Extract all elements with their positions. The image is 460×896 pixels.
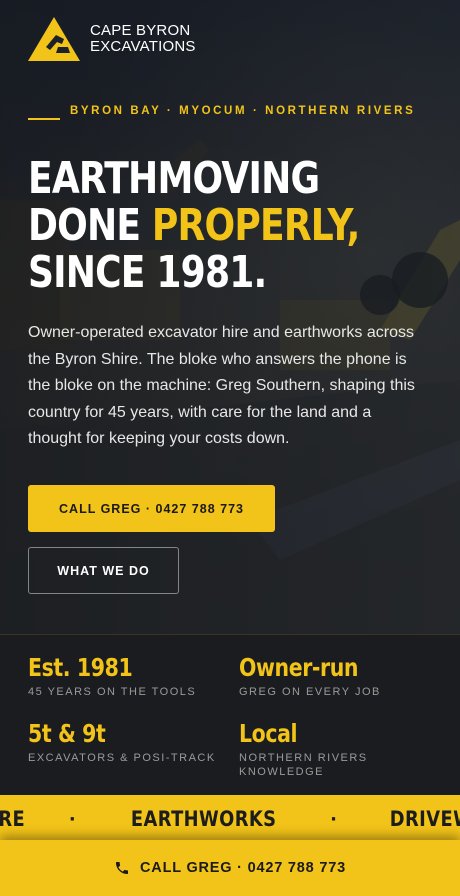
hero-headline: EARTHMOVING DONE PROPERLY, SINCE 1981.: [28, 155, 364, 296]
marquee-item: DRIVEWAYS: [389, 807, 460, 831]
stat-owner-run: Owner-run GREG ON EVERY JOB: [239, 653, 439, 699]
stat-label: GREG ON EVERY JOB: [239, 686, 381, 698]
brand-name[interactable]: CAPE BYRON EXCAVATIONS: [90, 23, 220, 55]
stat-value: Owner-run: [239, 653, 359, 682]
sticky-call-bar[interactable]: CALL GREG · 0427 788 773: [0, 840, 460, 896]
services-marquee: RE · EARTHWORKS · DRIVEWAYS: [0, 795, 460, 840]
stat-value: 5t & 9t: [28, 719, 106, 748]
marquee-track: RE · EARTHWORKS · DRIVEWAYS: [0, 807, 460, 831]
marquee-item: RE: [0, 807, 26, 831]
phone-icon: [116, 862, 129, 874]
excavator-triangle-logo-icon[interactable]: [28, 17, 80, 61]
site-header: CAPE BYRON EXCAVATIONS: [28, 16, 220, 62]
service-areas-text: BYRON BAY · MYOCUM · NORTHERN RIVERS: [70, 105, 416, 117]
brand-line-2: EXCAVATIONS: [90, 38, 196, 55]
marquee-separator: ·: [68, 808, 77, 830]
stat-label: EXCAVATORS & POSI-TRACK: [28, 752, 216, 764]
headline-line-1: EARTHMOVING: [28, 153, 320, 204]
stat-local: Local NORTHERN RIVERS KNOWLEDGE: [239, 719, 409, 779]
hero-overlay: [0, 0, 460, 634]
stat-value: Local: [239, 719, 298, 748]
callbar-label: CALL GREG · 0427 788 773: [140, 860, 346, 876]
call-greg-button[interactable]: CALL GREG · 0427 788 773: [28, 485, 275, 532]
marquee-item: EARTHWORKS: [130, 807, 276, 831]
stat-established: Est. 1981 45 YEARS ON THE TOOLS: [28, 653, 228, 699]
stat-value: Est. 1981: [28, 653, 133, 682]
marquee-separator: ·: [330, 808, 338, 830]
hero-lead-paragraph: Owner-operated excavator hire and earthw…: [28, 324, 415, 447]
stat-label: NORTHERN RIVERS KNOWLEDGE: [239, 752, 368, 778]
what-we-do-button[interactable]: WHAT WE DO: [28, 547, 179, 594]
brand-line-1: CAPE BYRON: [90, 22, 191, 39]
headline-line-3: SINCE 1981.: [28, 247, 267, 298]
stats-band: Est. 1981 45 YEARS ON THE TOOLS Owner-ru…: [0, 634, 460, 795]
stat-label: 45 YEARS ON THE TOOLS: [28, 686, 197, 698]
stat-machines: 5t & 9t EXCAVATORS & POSI-TRACK: [28, 719, 228, 765]
headline-line-2a: DONE: [28, 200, 152, 251]
hero-eyebrow: BYRON BAY · MYOCUM · NORTHERN RIVERS: [28, 104, 428, 120]
eyebrow-rule: [28, 118, 60, 120]
headline-accent: PROPERLY,: [151, 200, 360, 251]
